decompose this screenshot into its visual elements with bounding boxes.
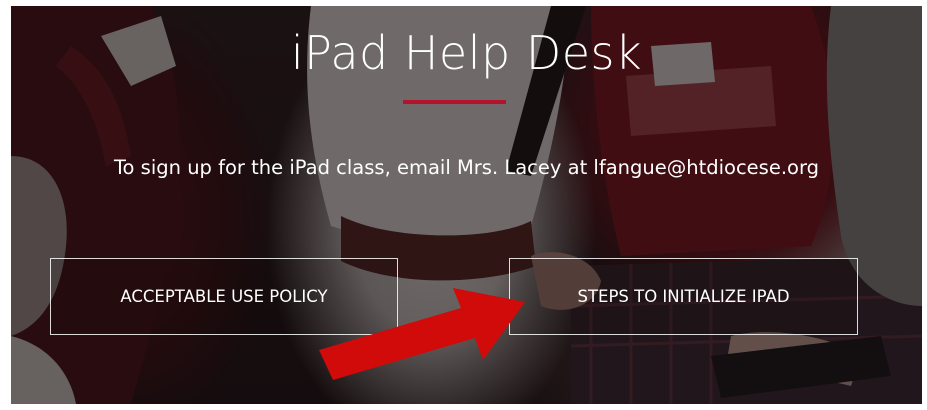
signup-instructions: To sign up for the iPad class, email Mrs… <box>113 156 820 179</box>
title-underline <box>403 100 506 104</box>
hero-banner: iPad Help Desk To sign up for the iPad c… <box>11 6 922 404</box>
red-arrow-icon <box>319 288 525 380</box>
initialize-ipad-button[interactable]: STEPS TO INITIALIZE IPAD <box>509 258 858 335</box>
page-title: iPad Help Desk <box>290 26 643 80</box>
